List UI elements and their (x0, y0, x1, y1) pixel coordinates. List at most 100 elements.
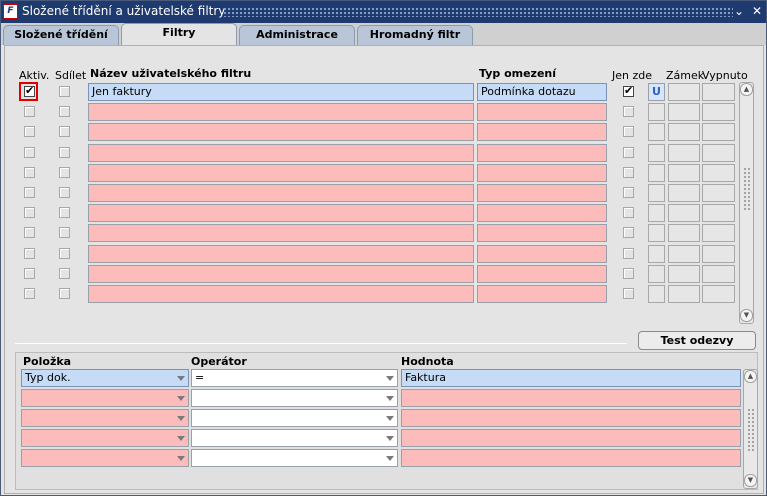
polozka-select[interactable] (21, 409, 189, 427)
scroll-down-icon[interactable]: ▼ (740, 309, 753, 322)
jen-zde-checkbox[interactable] (623, 147, 634, 158)
jen-zde-checkbox[interactable] (623, 187, 634, 198)
tab-strip: Složené třídění Filtry Administrace filt… (1, 23, 766, 59)
filter-name-field[interactable] (88, 245, 474, 263)
window-title: Složené třídění a uživatelské filtry (22, 4, 226, 18)
sdilet-checkbox[interactable] (59, 126, 70, 137)
hodnota-field[interactable] (401, 429, 741, 447)
scroll-down-icon[interactable]: ▼ (744, 474, 757, 487)
header-aktiv: Aktiv. (19, 69, 50, 82)
vypnuto-field (702, 144, 735, 162)
aktiv-checkbox[interactable] (24, 288, 35, 299)
user-flag-field (648, 245, 665, 263)
filter-name-field[interactable] (88, 123, 474, 141)
sdilet-checkbox[interactable] (59, 268, 70, 279)
minimize-button[interactable]: ⌄ (732, 4, 746, 18)
zamek-field (668, 245, 700, 263)
filter-name-field[interactable] (88, 224, 474, 242)
conditions-scrollbar[interactable]: ▲ ▼ (743, 369, 758, 489)
tab-hromadny-filtr[interactable]: Hromadný filtr (357, 25, 473, 45)
hodnota-field[interactable] (401, 389, 741, 407)
close-button[interactable]: ✕ (750, 4, 764, 18)
zamek-field (668, 184, 700, 202)
restriction-type-field[interactable] (477, 123, 607, 141)
tab-filtry[interactable]: Filtry (121, 23, 237, 45)
filter-name-field[interactable] (88, 103, 474, 121)
sdilet-checkbox[interactable] (59, 106, 70, 117)
restriction-type-field[interactable] (477, 285, 607, 303)
vypnuto-field (702, 164, 735, 182)
jen-zde-checkbox[interactable] (623, 167, 634, 178)
restriction-type-field[interactable] (477, 245, 607, 263)
jen-zde-checkbox[interactable] (623, 288, 634, 299)
jen-zde-checkbox[interactable] (623, 207, 634, 218)
aktiv-checkbox[interactable] (24, 207, 35, 218)
restriction-type-field[interactable] (477, 204, 607, 222)
operator-select[interactable]: = (191, 369, 398, 387)
scroll-up-icon[interactable]: ▲ (744, 370, 757, 383)
tab-slozene-trideni[interactable]: Složené třídění (3, 25, 119, 45)
header-operator: Operátor (191, 355, 247, 368)
aktiv-checkbox[interactable] (24, 268, 35, 279)
aktiv-checkbox[interactable] (24, 227, 35, 238)
jen-zde-checkbox[interactable] (623, 106, 634, 117)
header-typ-omezeni: Typ omezení (479, 67, 557, 80)
jen-zde-checkbox[interactable] (623, 227, 634, 238)
jen-zde-checkbox[interactable] (623, 126, 634, 137)
test-odezvy-button[interactable]: Test odezvy (638, 331, 756, 350)
sdilet-checkbox[interactable] (59, 227, 70, 238)
aktiv-checkbox[interactable] (24, 84, 35, 97)
sdilet-checkbox[interactable] (59, 86, 70, 97)
jen-zde-checkbox[interactable] (623, 84, 634, 97)
jen-zde-checkbox[interactable] (623, 268, 634, 279)
hodnota-field[interactable]: Faktura (401, 369, 741, 387)
sdilet-checkbox[interactable] (59, 288, 70, 299)
filter-name-field[interactable] (88, 164, 474, 182)
polozka-select[interactable] (21, 389, 189, 407)
sdilet-checkbox[interactable] (59, 167, 70, 178)
filter-name-field[interactable]: Jen faktury (88, 83, 474, 101)
polozka-select[interactable] (21, 449, 189, 467)
filters-scrollbar[interactable]: ▲ ▼ (739, 82, 754, 324)
filter-name-field[interactable] (88, 144, 474, 162)
jen-zde-checkbox[interactable] (623, 248, 634, 259)
user-flag-field (648, 144, 665, 162)
operator-select[interactable] (191, 409, 398, 427)
polozka-select[interactable] (21, 429, 189, 447)
aktiv-checkbox[interactable] (24, 147, 35, 158)
filter-name-field[interactable] (88, 204, 474, 222)
scroll-up-icon[interactable]: ▲ (740, 83, 753, 96)
restriction-type-field[interactable] (477, 265, 607, 283)
conditions-panel: Položka Operátor Hodnota Typ dok. = Faktur… (15, 352, 758, 490)
aktiv-checkbox[interactable] (24, 187, 35, 198)
filter-name-field[interactable] (88, 285, 474, 303)
aktiv-checkbox[interactable] (24, 126, 35, 137)
zamek-field (668, 144, 700, 162)
sdilet-checkbox[interactable] (59, 147, 70, 158)
tab-administrace-filtru[interactable]: Administrace filtrů (239, 25, 355, 59)
title-bar-grip (223, 7, 733, 17)
restriction-type-field[interactable] (477, 164, 607, 182)
aktiv-checkbox[interactable] (24, 106, 35, 117)
operator-select[interactable] (191, 449, 398, 467)
filter-name-field[interactable] (88, 265, 474, 283)
restriction-type-field[interactable] (477, 184, 607, 202)
operator-select[interactable] (191, 429, 398, 447)
sdilet-checkbox[interactable] (59, 248, 70, 259)
hodnota-field[interactable] (401, 409, 741, 427)
sdilet-checkbox[interactable] (59, 187, 70, 198)
vypnuto-field (702, 285, 735, 303)
restriction-type-field[interactable] (477, 103, 607, 121)
user-flag-field (648, 164, 665, 182)
restriction-type-field[interactable] (477, 224, 607, 242)
aktiv-checkbox[interactable] (24, 167, 35, 178)
header-vypnuto: Vypnuto (702, 69, 748, 82)
aktiv-checkbox[interactable] (24, 248, 35, 259)
operator-select[interactable] (191, 389, 398, 407)
filter-name-field[interactable] (88, 184, 474, 202)
sdilet-checkbox[interactable] (59, 207, 70, 218)
polozka-select[interactable]: Typ dok. (21, 369, 189, 387)
restriction-type-field[interactable]: Podmínka dotazu (477, 83, 607, 101)
hodnota-field[interactable] (401, 449, 741, 467)
restriction-type-field[interactable] (477, 144, 607, 162)
